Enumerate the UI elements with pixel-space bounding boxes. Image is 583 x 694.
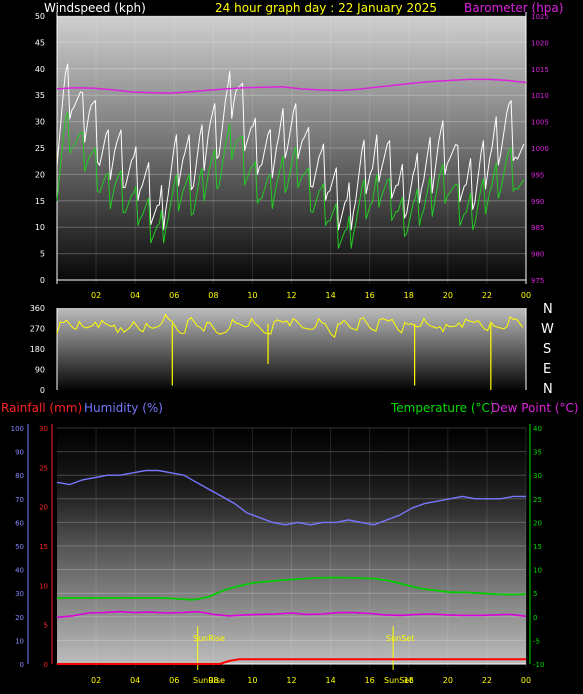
baro-ytick-980: 980 xyxy=(531,251,544,259)
wind-xtick-04: 04 xyxy=(130,291,140,300)
temp-ytick-30: 30 xyxy=(533,472,542,480)
hum-ytick-30: 30 xyxy=(15,590,24,598)
hum-ytick-70: 70 xyxy=(15,496,24,504)
baro-ytick-1010: 1010 xyxy=(531,92,549,100)
temp-ytick-15: 15 xyxy=(533,543,542,551)
wind-ytick-10: 10 xyxy=(35,223,45,232)
barometer-axis-label: Barometer (hpa) xyxy=(464,1,563,15)
wind-ytick-20: 20 xyxy=(35,170,45,179)
hum-ytick-50: 50 xyxy=(15,543,24,551)
baro-ytick-1005: 1005 xyxy=(531,119,549,127)
wind-ytick-45: 45 xyxy=(35,38,45,47)
dir-ytick-360: 360 xyxy=(30,304,45,313)
chart-title: 24 hour graph day : 22 January 2025 xyxy=(215,1,437,15)
dir-ytick-90: 90 xyxy=(35,366,45,375)
direction-label-n-bottom: N xyxy=(543,382,553,397)
wind-xtick-12: 12 xyxy=(286,291,296,300)
hum-ytick-90: 90 xyxy=(15,449,24,457)
humidity-axis-label: Humidity (%) xyxy=(84,401,163,415)
hum-ytick-80: 80 xyxy=(15,472,24,480)
sunset-label: SunSet xyxy=(386,634,414,643)
weather-graph: 0 5 10 15 20 25 30 35 40 45 50 975 980 985 990 995 1000 1… xyxy=(0,0,583,694)
temp-ytick-25: 25 xyxy=(533,496,542,504)
temp-ytick--5: -5 xyxy=(533,637,540,645)
hum-ytick-100: 100 xyxy=(11,425,24,433)
temp-ytick-40: 40 xyxy=(533,425,542,433)
wind-xtick-06: 06 xyxy=(169,291,179,300)
temp-ytick-35: 35 xyxy=(533,449,542,457)
rainfall-axis-label: Rainfall (mm) xyxy=(1,401,82,415)
rain-ytick-10: 10 xyxy=(39,582,48,590)
temp-ytick-10: 10 xyxy=(533,567,542,575)
hum-ytick-0: 0 xyxy=(20,661,24,669)
wind-xtick-22: 22 xyxy=(482,291,492,300)
sunrise-axis-label: SunRise xyxy=(193,676,225,685)
weather-xtick-22: 22 xyxy=(482,676,492,685)
dir-ytick-270: 270 xyxy=(30,325,45,334)
wind-xtick-14: 14 xyxy=(325,291,335,300)
temp-ytick-0: 0 xyxy=(533,614,537,622)
temp-ytick-20: 20 xyxy=(533,519,542,527)
weather-xtick-02: 02 xyxy=(91,676,101,685)
direction-label-w: W xyxy=(541,322,554,337)
wind-ytick-15: 15 xyxy=(35,197,45,206)
rain-ytick-25: 25 xyxy=(39,464,48,472)
baro-ytick-990: 990 xyxy=(531,198,544,206)
rain-ytick-5: 5 xyxy=(44,622,48,630)
wind-ytick-35: 35 xyxy=(35,91,45,100)
baro-ytick-995: 995 xyxy=(531,171,544,179)
direction-label-s: S xyxy=(543,342,551,357)
wind-xtick-08: 08 xyxy=(208,291,218,300)
wind-xtick-16: 16 xyxy=(365,291,375,300)
wind-ytick-40: 40 xyxy=(35,65,45,74)
wind-xtick-02: 02 xyxy=(91,291,101,300)
sunset-axis-label: SunSet xyxy=(384,676,412,685)
windspeed-axis-label: Windspeed (kph) xyxy=(44,1,146,15)
weather-xtick-12: 12 xyxy=(286,676,296,685)
wind-xtick-18: 18 xyxy=(404,291,414,300)
temp-ytick--10: -10 xyxy=(533,661,544,669)
weather-xtick-04: 04 xyxy=(130,676,140,685)
weather-xtick-16: 16 xyxy=(365,676,375,685)
wind-ytick-25: 25 xyxy=(35,144,45,153)
baro-ytick-1000: 1000 xyxy=(531,145,549,153)
weather-xtick-00: 00 xyxy=(521,676,531,685)
weather-xtick-10: 10 xyxy=(247,676,257,685)
rain-ytick-30: 30 xyxy=(39,425,48,433)
hum-ytick-20: 20 xyxy=(15,614,24,622)
wind-ytick-0: 0 xyxy=(40,276,45,285)
weather-xtick-06: 06 xyxy=(169,676,179,685)
hum-ytick-10: 10 xyxy=(15,637,24,645)
dir-ytick-180: 180 xyxy=(30,345,45,354)
weather-graph-svg: 0510152025303540455097598098599099510001… xyxy=(1,1,579,685)
rain-ytick-15: 15 xyxy=(39,543,48,551)
wind-xtick-00: 00 xyxy=(521,291,531,300)
direction-label-n-top: N xyxy=(543,302,553,317)
direction-label-e: E xyxy=(543,362,551,377)
weather-xtick-14: 14 xyxy=(325,676,335,685)
baro-ytick-1015: 1015 xyxy=(531,66,549,74)
rain-ytick-0: 0 xyxy=(44,661,48,669)
sunrise-label: SunRise xyxy=(193,634,225,643)
baro-ytick-975: 975 xyxy=(531,277,544,285)
wind-ytick-5: 5 xyxy=(40,250,45,259)
baro-ytick-985: 985 xyxy=(531,224,544,232)
temp-ytick-5: 5 xyxy=(533,590,537,598)
wind-xtick-10: 10 xyxy=(247,291,257,300)
hum-ytick-40: 40 xyxy=(15,567,24,575)
wind-xtick-20: 20 xyxy=(443,291,453,300)
rain-ytick-20: 20 xyxy=(39,504,48,512)
dir-ytick-0: 0 xyxy=(40,386,45,395)
dewpoint-axis-label: Dew Point (°C) xyxy=(491,401,579,415)
baro-ytick-1020: 1020 xyxy=(531,39,549,47)
temperature-axis-label: Temperature (°C) xyxy=(390,401,495,415)
direction-panel-background xyxy=(57,308,526,390)
weather-xtick-20: 20 xyxy=(443,676,453,685)
hum-ytick-60: 60 xyxy=(15,519,24,527)
wind-ytick-30: 30 xyxy=(35,118,45,127)
